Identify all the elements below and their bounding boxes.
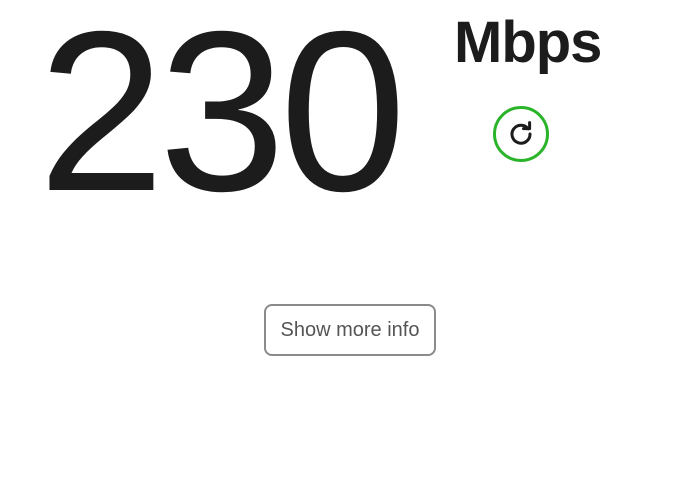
- speed-units: Mbps: [454, 10, 602, 75]
- refresh-icon: [507, 120, 535, 148]
- speed-test-page: 230 Mbps Show more info: [0, 0, 700, 500]
- refresh-button[interactable]: [493, 106, 549, 162]
- speed-value: 230: [38, 0, 406, 239]
- show-more-info-button[interactable]: Show more info: [264, 304, 436, 356]
